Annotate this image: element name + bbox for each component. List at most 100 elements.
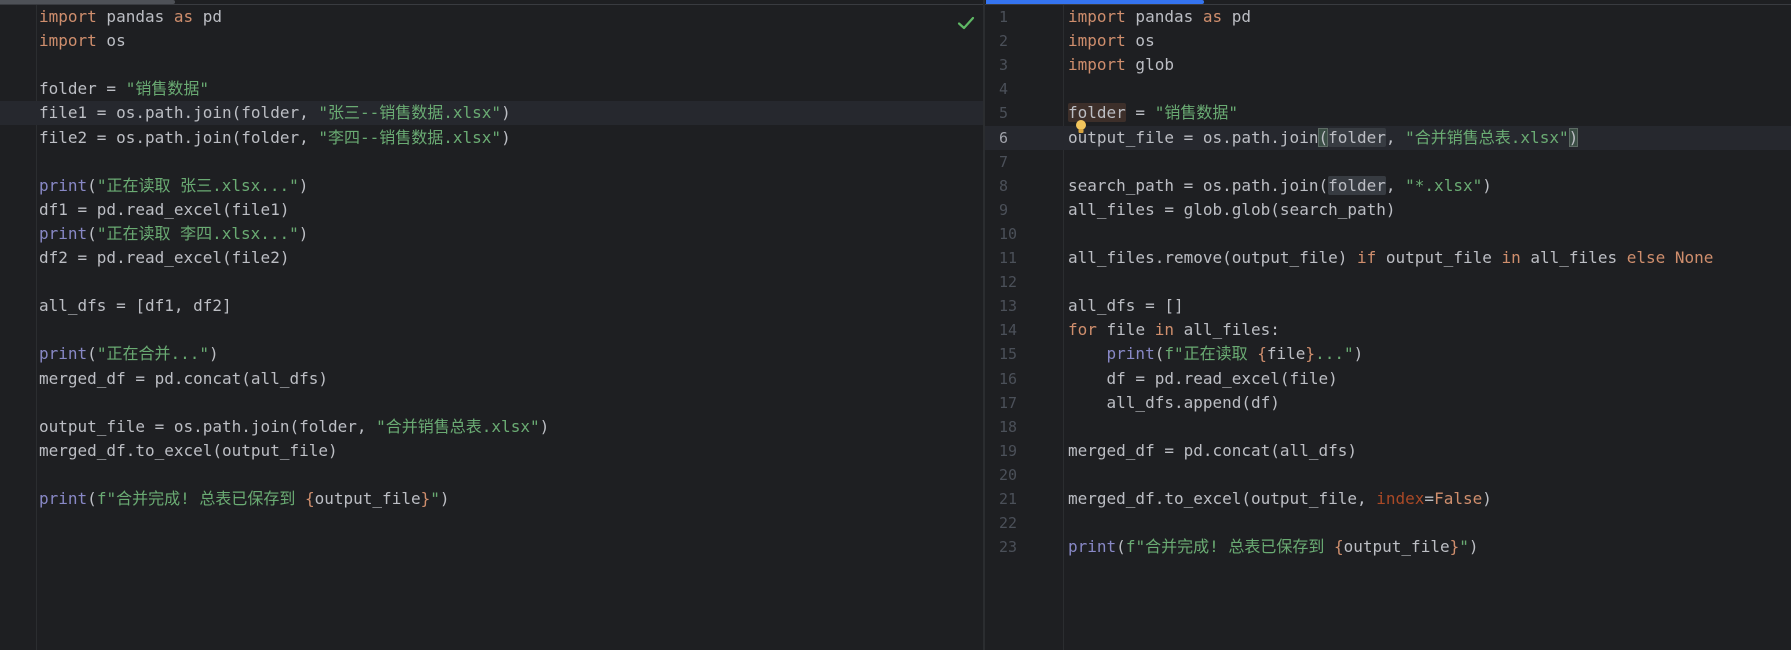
code-token: { — [1333, 537, 1344, 557]
left-editor-pane[interactable]: import pandas as pd import os folder = "销售… — [0, 5, 983, 650]
code-text: print(f"合并完成! 总表已保存到 {output_file}") — [1068, 535, 1479, 559]
code-line[interactable]: output_file = os.path.join(folder, "合并销售… — [0, 415, 983, 439]
code-line[interactable]: 4 — [985, 77, 1791, 101]
code-text: file2 = os.path.join(folder, "李四--销售数据.x… — [39, 126, 511, 150]
code-line[interactable]: 2 import os — [985, 29, 1791, 53]
line-number: 6 — [999, 128, 1009, 147]
code-line[interactable]: 16 df = pd.read_excel(file) — [985, 367, 1791, 391]
code-token: ( — [87, 223, 97, 243]
code-text: merged_df = pd.concat(all_dfs) — [39, 367, 328, 391]
code-line[interactable]: 23 print(f"合并完成! 总表已保存到 {output_file}") — [985, 535, 1791, 559]
code-line[interactable]: 6 output_file = os.path.join(folder, "合并销… — [985, 125, 1791, 150]
code-line[interactable]: 19 merged_df = pd.concat(all_dfs) — [985, 439, 1791, 463]
code-token: folder = — [39, 79, 126, 99]
line-number: 12 — [999, 273, 1018, 292]
code-line[interactable]: import os — [0, 29, 983, 53]
code-token: None — [1674, 248, 1714, 267]
code-token: ( — [87, 175, 97, 195]
code-line[interactable]: 21 merged_df.to_excel(output_file, index=… — [985, 487, 1791, 511]
code-token: ) — [539, 416, 550, 436]
code-line[interactable]: 10 — [985, 222, 1791, 246]
code-token: pandas — [1125, 7, 1203, 26]
line-number: 4 — [999, 80, 1009, 99]
code-token: if — [1356, 248, 1377, 267]
code-line[interactable]: df2 = pd.read_excel(file2) — [0, 246, 983, 270]
code-token: df2 = pd.read_excel(file2) — [39, 248, 290, 267]
code-token: } — [420, 489, 431, 508]
code-line[interactable]: 18 — [985, 415, 1791, 439]
line-number: 22 — [999, 514, 1018, 533]
code-text: df = pd.read_excel(file) — [1068, 367, 1338, 391]
right-horizontal-scrollbar[interactable] — [986, 0, 1204, 4]
line-number: 17 — [999, 393, 1018, 412]
code-line[interactable] — [0, 318, 983, 342]
code-line[interactable]: 22 — [985, 511, 1791, 535]
code-token: = — [1424, 489, 1435, 508]
line-number: 10 — [999, 224, 1018, 243]
code-line[interactable]: print(f"合并完成! 总表已保存到 {output_file}") — [0, 487, 983, 511]
line-number: 11 — [999, 249, 1018, 267]
code-line[interactable] — [0, 150, 983, 174]
line-number: 16 — [999, 369, 1018, 388]
code-token: import — [1068, 55, 1126, 75]
code-line[interactable]: 17 all_dfs.append(df) — [985, 391, 1791, 415]
code-token: } — [1305, 344, 1316, 364]
code-token: glob — [1125, 55, 1174, 75]
code-line[interactable]: 3 import glob — [985, 53, 1791, 77]
code-line[interactable]: 13 all_dfs = [] — [985, 294, 1791, 318]
code-token: ) — [501, 103, 511, 123]
code-line[interactable]: merged_df.to_excel(output_file) — [0, 439, 983, 463]
code-line[interactable]: 7 — [985, 150, 1791, 174]
code-line[interactable]: 1 import pandas as pd — [985, 5, 1791, 29]
code-text: all_dfs = [] — [1068, 294, 1184, 318]
code-line[interactable] — [0, 270, 983, 294]
bulb-icon[interactable] — [1074, 119, 1088, 135]
code-token: output_file — [1376, 248, 1502, 267]
code-line[interactable]: 9 all_files = glob.glob(search_path) — [985, 198, 1791, 222]
code-token: "销售数据" — [125, 79, 209, 99]
right-editor-pane[interactable]: 1 import pandas as pd 2 import os 3 import gl… — [985, 5, 1791, 650]
code-text: import glob — [1068, 53, 1174, 77]
code-line[interactable] — [0, 391, 983, 415]
code-line[interactable]: folder = "销售数据" — [0, 77, 983, 101]
line-number: 18 — [999, 417, 1018, 436]
code-line[interactable]: 5 folder = "销售数据" — [985, 101, 1791, 125]
code-text: folder = "销售数据" — [1068, 101, 1238, 125]
left-horizontal-scrollbar[interactable] — [0, 0, 175, 4]
code-token: " — [1459, 537, 1469, 557]
code-line[interactable] — [0, 53, 983, 77]
code-line[interactable]: file1 = os.path.join(folder, "张三--销售数据.x… — [0, 101, 983, 126]
code-token: = — [1125, 103, 1155, 123]
code-token: import — [39, 7, 97, 26]
code-line[interactable] — [0, 463, 983, 487]
code-line[interactable]: 20 — [985, 463, 1791, 487]
code-line[interactable]: 8 search_path = os.path.join(folder, "*.x… — [985, 174, 1791, 198]
code-text: all_dfs = [df1, df2] — [39, 294, 232, 318]
code-text: folder = "销售数据" — [39, 77, 209, 101]
code-token: merged_df.to_excel(output_file) — [39, 440, 338, 460]
code-line[interactable]: 12 — [985, 270, 1791, 294]
code-token: "正在读取 李四.xlsx..." — [96, 223, 299, 243]
code-token: "合并销售总表.xlsx" — [376, 416, 540, 436]
code-line[interactable]: 11 all_files.remove(output_file) if outpu… — [985, 246, 1791, 270]
code-line[interactable]: print("正在读取 张三.xlsx...") — [0, 174, 983, 198]
code-line[interactable]: merged_df = pd.concat(all_dfs) — [0, 367, 983, 391]
code-token: "张三--销售数据.xlsx" — [318, 103, 502, 123]
code-token: print — [39, 175, 88, 195]
check-icon[interactable] — [957, 15, 975, 31]
code-line[interactable]: print("正在读取 李四.xlsx...") — [0, 222, 983, 246]
code-token: , — [1385, 127, 1406, 147]
code-text: print("正在读取 张三.xlsx...") — [39, 174, 308, 198]
code-line[interactable]: file2 = os.path.join(folder, "李四--销售数据.x… — [0, 126, 983, 150]
code-line[interactable]: 15 print(f"正在读取 {file}...") — [985, 342, 1791, 366]
code-line[interactable]: df1 = pd.read_excel(file1) — [0, 198, 983, 222]
line-number: 8 — [999, 176, 1009, 195]
code-text: import pandas as pd — [1068, 5, 1251, 29]
code-token: output_file — [1343, 537, 1450, 557]
code-text: print(f"合并完成! 总表已保存到 {output_file}") — [39, 487, 450, 511]
code-line[interactable]: import pandas as pd — [0, 5, 983, 29]
code-line[interactable]: all_dfs = [df1, df2] — [0, 294, 983, 318]
code-line[interactable]: print("正在合并...") — [0, 342, 983, 366]
code-line[interactable]: 14 for file in all_files: — [985, 318, 1791, 342]
